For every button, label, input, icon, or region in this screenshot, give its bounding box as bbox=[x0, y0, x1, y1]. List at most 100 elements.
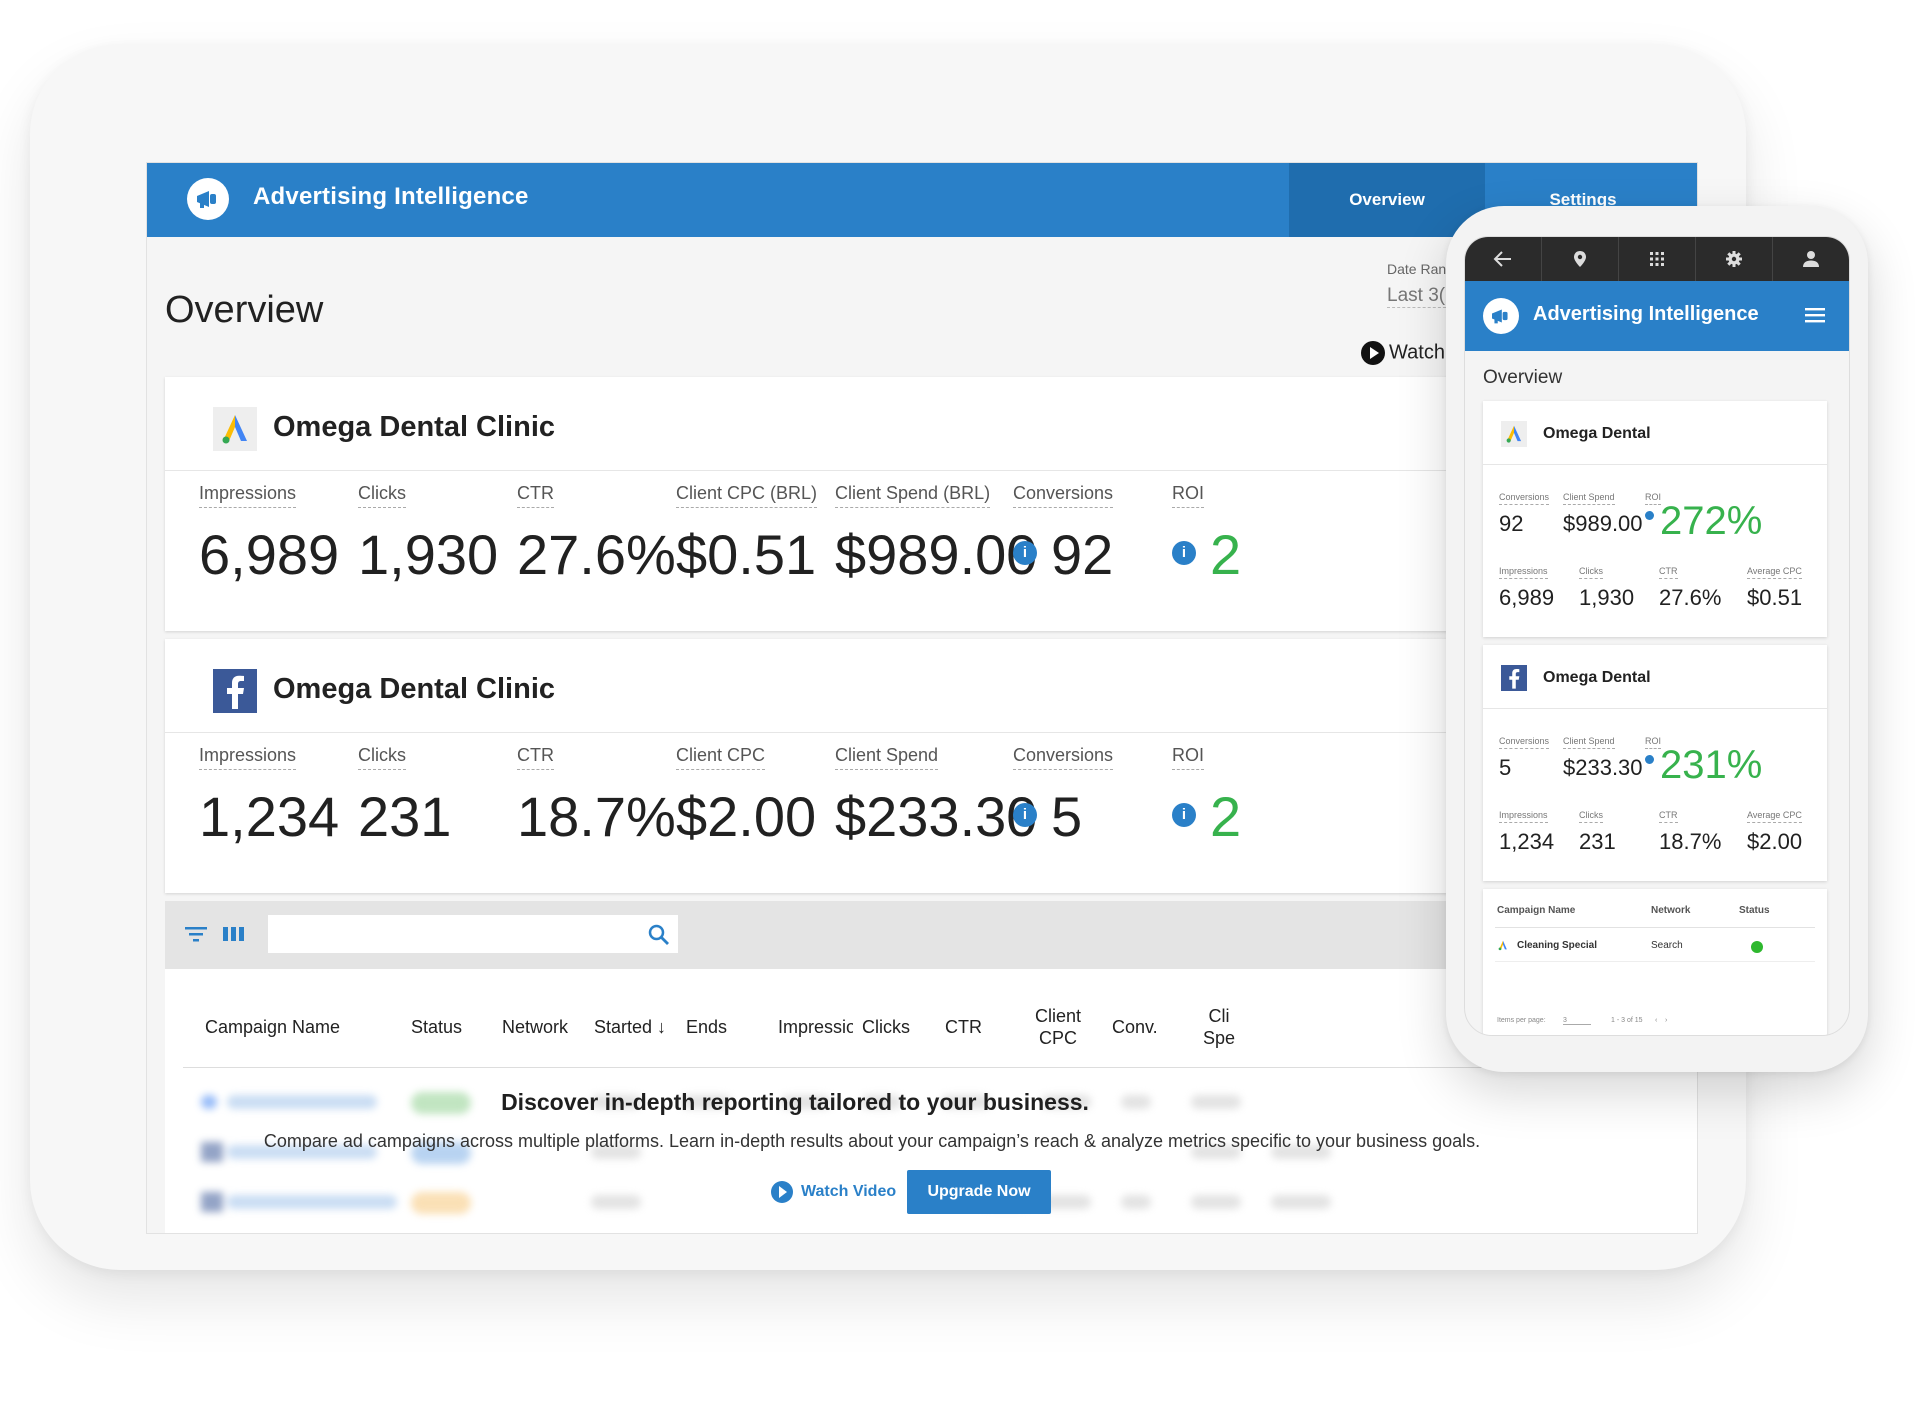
page-title: Overview bbox=[165, 289, 324, 331]
mobile-page-title: Overview bbox=[1483, 367, 1563, 388]
items-per-page-select[interactable]: 3 bbox=[1563, 1017, 1591, 1025]
hamburger-menu-icon[interactable] bbox=[1805, 307, 1825, 323]
metric-client-cpc: Client CPC (BRL) $0.51 bbox=[676, 483, 818, 586]
column-header-client-spend[interactable]: Cli Spe bbox=[1203, 1005, 1235, 1049]
column-header-impressions[interactable]: Impressior bbox=[778, 1017, 853, 1038]
metric-clicks: Clicks 231 bbox=[358, 745, 452, 848]
column-header-started[interactable]: Started ↓ bbox=[594, 1017, 666, 1038]
card-title: Omega Dental bbox=[1543, 669, 1651, 686]
campaign-name-link[interactable]: Cleaning Special bbox=[1517, 940, 1597, 951]
network-value: Search bbox=[1651, 940, 1683, 951]
megaphone-logo-icon bbox=[1483, 298, 1519, 334]
phone-frame: Advertising Intelligence Overview Omega … bbox=[1446, 206, 1868, 1072]
play-icon bbox=[771, 1181, 793, 1203]
card-title: Omega Dental Clinic bbox=[273, 411, 556, 443]
gear-icon[interactable] bbox=[1696, 237, 1773, 281]
column-header-status[interactable]: Status bbox=[1739, 905, 1770, 916]
metric-client-spend: Client Spend $233.30 bbox=[1563, 736, 1643, 780]
column-header-campaign-name[interactable]: Campaign Name bbox=[1497, 905, 1575, 916]
mobile-campaign-table: Campaign Name Network Status Cleaning Sp… bbox=[1483, 889, 1827, 1035]
header-divider bbox=[183, 1067, 1683, 1068]
column-header-client-cpc[interactable]: Client CPC bbox=[1035, 1005, 1081, 1049]
megaphone-logo-icon bbox=[187, 178, 229, 220]
pagination-range: 1 - 3 of 15 bbox=[1611, 1017, 1643, 1024]
next-page-icon[interactable]: › bbox=[1665, 1017, 1667, 1024]
watch-video-button[interactable]: Watch Video bbox=[771, 1181, 896, 1203]
card-title: Omega Dental bbox=[1543, 425, 1651, 442]
column-header-network[interactable]: Network bbox=[502, 1017, 568, 1038]
metric-clicks: Clicks 1,930 bbox=[358, 483, 499, 586]
metric-roi: ROI i2 bbox=[1172, 745, 1242, 848]
metric-ctr: CTR 27.6% bbox=[517, 483, 676, 586]
info-icon[interactable]: i bbox=[1172, 803, 1196, 828]
column-header-ends[interactable]: Ends bbox=[686, 1017, 727, 1038]
mobile-app-bar: Advertising Intelligence bbox=[1465, 281, 1849, 351]
upgrade-now-button[interactable]: Upgrade Now bbox=[907, 1170, 1051, 1214]
google-ads-icon bbox=[1501, 421, 1527, 447]
metric-client-spend: Client Spend $989.00 bbox=[1563, 492, 1643, 536]
mobile-google-ads-card: Omega Dental Conversions 92 Client Spend… bbox=[1483, 401, 1827, 637]
tab-overview[interactable]: Overview bbox=[1289, 163, 1485, 237]
upgrade-headline: Discover in-depth reporting tailored to … bbox=[501, 1089, 1089, 1115]
mobile-facebook-card: Omega Dental Conversions 5 Client Spend … bbox=[1483, 645, 1827, 881]
play-icon bbox=[1361, 341, 1385, 365]
card-title: Omega Dental Clinic bbox=[273, 673, 556, 705]
metric-ctr: CTR 27.6% bbox=[1659, 566, 1722, 610]
metric-roi: ROI 231% bbox=[1645, 736, 1763, 787]
metric-impressions: Impressions 1,234 bbox=[199, 745, 340, 848]
info-icon[interactable]: i bbox=[1172, 541, 1196, 566]
info-icon[interactable]: i bbox=[1013, 541, 1037, 566]
filter-icon[interactable] bbox=[185, 925, 207, 943]
location-pin-icon[interactable] bbox=[1542, 237, 1619, 281]
search-icon[interactable] bbox=[647, 923, 671, 947]
card-header: Omega Dental bbox=[1483, 645, 1827, 709]
metric-conversions: Conversions i 92 bbox=[1013, 483, 1114, 586]
info-icon[interactable] bbox=[1645, 510, 1654, 520]
items-per-page-label: Items per page: bbox=[1497, 1017, 1546, 1024]
metric-client-cpc: Client CPC $2.00 bbox=[676, 745, 817, 848]
phone-nav-bar bbox=[1465, 237, 1849, 281]
metric-roi: ROI 272% bbox=[1645, 492, 1763, 543]
metric-clicks: Clicks 1,930 bbox=[1579, 566, 1635, 610]
column-header-network[interactable]: Network bbox=[1651, 905, 1690, 916]
metric-conversions: Conversions 92 bbox=[1499, 492, 1550, 536]
metric-client-spend: Client Spend $233.30 bbox=[835, 745, 1038, 848]
row-divider bbox=[1495, 961, 1815, 962]
metric-ctr: CTR 18.7% bbox=[1659, 810, 1722, 854]
info-icon[interactable] bbox=[1645, 754, 1654, 764]
metric-impressions: Impressions 6,989 bbox=[1499, 566, 1555, 610]
header-divider bbox=[1495, 927, 1815, 928]
column-header-ctr[interactable]: CTR bbox=[945, 1017, 982, 1038]
google-ads-icon bbox=[1498, 940, 1507, 951]
back-arrow-icon[interactable] bbox=[1465, 237, 1542, 281]
watch-label: Watch bbox=[1389, 341, 1445, 364]
person-icon[interactable] bbox=[1773, 237, 1849, 281]
column-header-status[interactable]: Status bbox=[411, 1017, 462, 1038]
mobile-app-title: Advertising Intelligence bbox=[1533, 303, 1759, 325]
metric-average-cpc: Average CPC $2.00 bbox=[1747, 810, 1803, 854]
apps-grid-icon[interactable] bbox=[1619, 237, 1696, 281]
metric-ctr: CTR 18.7% bbox=[517, 745, 676, 848]
card-header: Omega Dental bbox=[1483, 401, 1827, 465]
metric-roi: ROI i2 bbox=[1172, 483, 1242, 586]
metric-conversions: Conversions i5 bbox=[1013, 745, 1114, 848]
metric-client-spend: Client Spend (BRL) $989.00 bbox=[835, 483, 1038, 586]
app-title: Advertising Intelligence bbox=[253, 183, 529, 210]
column-header-clicks[interactable]: Clicks bbox=[862, 1017, 910, 1038]
metric-conversions: Conversions 5 bbox=[1499, 736, 1550, 780]
status-active-indicator bbox=[1751, 941, 1763, 953]
column-header-conversions[interactable]: Conv. bbox=[1112, 1017, 1158, 1038]
metric-impressions: Impressions 1,234 bbox=[1499, 810, 1555, 854]
facebook-icon bbox=[1501, 665, 1527, 691]
watch-video-link[interactable]: Watch bbox=[1361, 341, 1445, 365]
prev-page-icon[interactable]: ‹ bbox=[1655, 1017, 1657, 1024]
mobile-app-screen: Advertising Intelligence Overview Omega … bbox=[1464, 236, 1850, 1036]
upgrade-description: Compare ad campaigns across multiple pla… bbox=[263, 1131, 1481, 1151]
metric-clicks: Clicks 231 bbox=[1579, 810, 1616, 854]
info-icon[interactable]: i bbox=[1013, 803, 1037, 828]
metric-average-cpc: Average CPC $0.51 bbox=[1747, 566, 1803, 610]
columns-icon[interactable] bbox=[223, 925, 245, 943]
search-input[interactable] bbox=[268, 915, 678, 953]
facebook-icon bbox=[213, 669, 257, 713]
column-header-campaign-name[interactable]: Campaign Name bbox=[205, 1017, 340, 1038]
